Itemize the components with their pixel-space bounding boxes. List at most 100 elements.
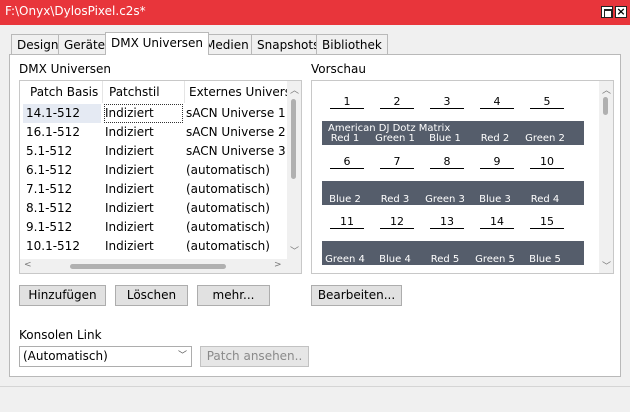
- cell-externes-universum: sACN Universe 3: [186, 144, 286, 158]
- cell-patch-basis: 7.1-512: [26, 182, 73, 196]
- channel-label: Blue 4: [379, 254, 411, 265]
- scroll-down-icon[interactable]: ﹀: [290, 244, 299, 257]
- cell-patch-basis: 5.1-512: [26, 144, 73, 158]
- scroll-right-icon[interactable]: >: [274, 260, 282, 270]
- cell-patchstil: Indiziert: [105, 220, 154, 234]
- scrollbar-thumb[interactable]: [291, 99, 296, 179]
- column-header-patch-basis[interactable]: Patch Basis: [20, 81, 103, 103]
- scroll-left-icon[interactable]: <: [24, 260, 32, 270]
- channel-label: Blue 2: [329, 194, 361, 205]
- channel-number: 7: [380, 155, 414, 169]
- cell-patch-basis: 6.1-512: [26, 163, 73, 177]
- dmx-section-title: DMX Universen: [19, 62, 112, 76]
- channel-label: Blue 3: [479, 194, 511, 205]
- channel-label: Red 5: [430, 254, 460, 265]
- status-bar: [0, 386, 630, 412]
- channel-number: 1: [330, 95, 364, 109]
- cell-patch-basis: 8.1-512: [26, 201, 73, 215]
- close-icon[interactable]: ×: [615, 6, 627, 18]
- table-row[interactable]: 5.1-512 Indiziert sACN Universe 3: [20, 142, 290, 161]
- vertical-scrollbar[interactable]: ︿ ﹀: [287, 81, 301, 259]
- cell-externes-universum: sACN Universe 2: [186, 125, 286, 139]
- channel-number: 5: [530, 95, 564, 109]
- preview-scrollbar[interactable]: ︿ ﹀: [599, 81, 613, 273]
- channel-number: 6: [330, 155, 364, 169]
- scroll-up-icon[interactable]: ︿: [290, 83, 299, 96]
- console-link-label: Konsolen Link: [19, 328, 102, 342]
- table-row[interactable]: 6.1-512 Indiziert (automatisch): [20, 161, 290, 180]
- channel-label: Green 4: [325, 254, 365, 265]
- cell-patchstil: Indiziert: [105, 125, 154, 139]
- cell-patchstil: Indiziert: [104, 104, 183, 123]
- column-header-externes-universum[interactable]: Externes Universu: [185, 81, 289, 103]
- tab-design[interactable]: Design: [11, 34, 65, 54]
- channel-number: 14: [480, 215, 514, 229]
- table-row[interactable]: 8.1-512 Indiziert (automatisch): [20, 199, 290, 218]
- table-row[interactable]: 10.1-512 Indiziert (automatisch): [20, 237, 290, 256]
- cell-externes-universum: (automatisch): [186, 182, 270, 196]
- table-row[interactable]: 7.1-512 Indiziert (automatisch): [20, 180, 290, 199]
- title-bar: F:\Onyx\DylosPixel.c2s* ×: [0, 0, 630, 25]
- channel-number: 13: [430, 215, 464, 229]
- channel-label: Blue 5: [529, 254, 561, 265]
- tab-snapshots[interactable]: Snapshots: [251, 34, 326, 54]
- window-title: F:\Onyx\DylosPixel.c2s*: [5, 4, 146, 18]
- channel-label: Red 4: [530, 194, 560, 205]
- channel-number: 11: [330, 215, 364, 229]
- tab-geraete[interactable]: Geräte: [58, 34, 112, 54]
- channel-number: 9: [480, 155, 514, 169]
- channel-number: 15: [530, 215, 564, 229]
- column-header-patchstil[interactable]: Patchstil: [103, 81, 185, 103]
- table-row[interactable]: 16.1-512 Indiziert sACN Universe 2: [20, 123, 290, 142]
- fixture-block[interactable]: American DJ Dotz Matrix Red 1 Green 1 Blue …: [322, 121, 584, 145]
- cell-patch-basis: 14.1-512: [23, 104, 101, 123]
- cell-patchstil: Indiziert: [105, 163, 154, 177]
- scrollbar-thumb[interactable]: [70, 264, 226, 269]
- fixture-block[interactable]: Green 4 Blue 4 Red 5 Green 5 Blue 5: [322, 241, 584, 265]
- channel-label: Red 1: [330, 133, 360, 144]
- channel-label: Red 3: [380, 194, 410, 205]
- scrollbar-thumb[interactable]: [603, 97, 608, 115]
- channel-number: 12: [380, 215, 414, 229]
- channel-number: 8: [430, 155, 464, 169]
- horizontal-scrollbar[interactable]: < >: [20, 259, 301, 273]
- channel-number: 2: [380, 95, 414, 109]
- cell-patchstil: Indiziert: [105, 239, 154, 253]
- table-row[interactable]: 14.1-512 Indiziert sACN Universe 1: [20, 104, 290, 123]
- edit-button[interactable]: Bearbeiten...: [311, 285, 402, 306]
- channel-number: 4: [480, 95, 514, 109]
- channel-label: Green 5: [475, 254, 515, 265]
- channel-label: Green 1: [375, 133, 415, 144]
- tab-bibliothek[interactable]: Bibliothek: [316, 34, 388, 54]
- cell-patch-basis: 10.1-512: [26, 239, 80, 253]
- cell-externes-universum: (automatisch): [186, 220, 270, 234]
- console-link-select[interactable]: (Automatisch) ﹀: [19, 346, 192, 367]
- fixture-block[interactable]: Blue 2 Red 3 Green 3 Blue 3 Red 4: [322, 181, 584, 205]
- table-row[interactable]: 9.1-512 Indiziert (automatisch): [20, 218, 290, 237]
- preview-title: Vorschau: [311, 62, 366, 76]
- cell-patchstil: Indiziert: [105, 201, 154, 215]
- console-link-value: (Automatisch): [23, 349, 108, 363]
- maximize-icon[interactable]: [601, 6, 613, 18]
- add-button[interactable]: Hinzufügen: [19, 285, 106, 306]
- scroll-up-icon[interactable]: ︿: [602, 83, 611, 96]
- more-button[interactable]: mehr...: [197, 285, 270, 306]
- cell-externes-universum: sACN Universe 1: [186, 106, 286, 120]
- channel-label: Green 2: [525, 133, 565, 144]
- channel-number: 3: [430, 95, 464, 109]
- channel-label: Red 2: [480, 133, 510, 144]
- cell-externes-universum: (automatisch): [186, 201, 270, 215]
- scroll-down-icon[interactable]: ﹀: [602, 259, 611, 272]
- universe-list[interactable]: Patch Basis Patchstil Externes Universu …: [19, 80, 302, 274]
- chevron-down-icon[interactable]: ﹀: [178, 347, 187, 366]
- cell-patchstil: Indiziert: [105, 182, 154, 196]
- tab-dmx-universen[interactable]: DMX Universen: [105, 32, 210, 55]
- cell-externes-universum: (automatisch): [186, 163, 270, 177]
- channel-label: Green 3: [425, 194, 465, 205]
- patch-preview[interactable]: 1 2 3 4 5 American DJ Dotz Matrix Red 1 Green 1…: [311, 80, 614, 274]
- cell-patch-basis: 16.1-512: [26, 125, 80, 139]
- delete-button[interactable]: Löschen: [115, 285, 188, 306]
- channel-number: 10: [530, 155, 564, 169]
- cell-patchstil: Indiziert: [105, 144, 154, 158]
- channel-label: Blue 1: [429, 133, 461, 144]
